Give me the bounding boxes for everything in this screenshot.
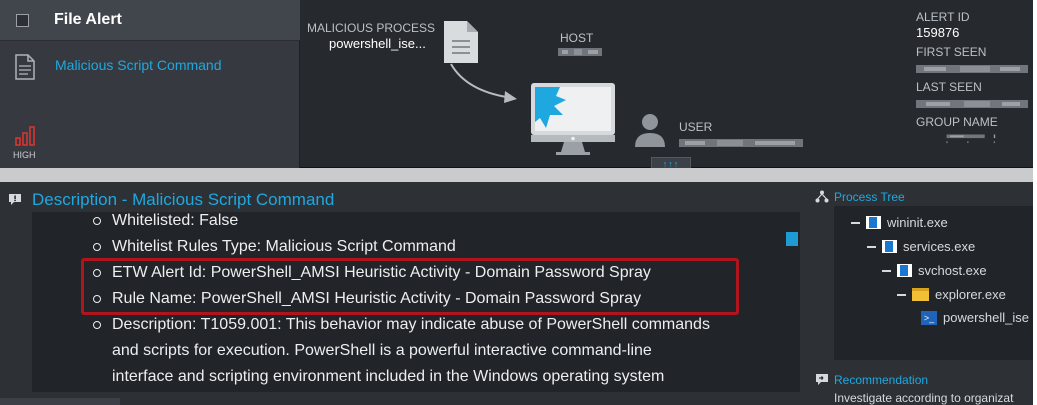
tree-node-explorer[interactable]: explorer.exe <box>897 287 1006 302</box>
bullet-icon <box>93 217 101 225</box>
alert-id-value: 159876 <box>916 25 960 40</box>
tree-node-powershell[interactable]: >_ powershell_ise <box>921 310 1029 325</box>
bullet-icon <box>93 321 101 329</box>
severity-label: HIGH <box>13 150 36 160</box>
alert-type-panel: File Alert Malicious Script Command HIGH <box>0 0 300 168</box>
alert-summary-panel: File Alert Malicious Script Command HIGH… <box>0 0 1033 171</box>
tree-node-services[interactable]: services.exe <box>867 239 975 254</box>
tree-node-wininit[interactable]: wininit.exe <box>851 215 948 230</box>
bullet-icon <box>93 243 101 251</box>
info-comment-icon <box>9 194 21 205</box>
user-value-redacted <box>679 139 803 147</box>
select-checkbox[interactable] <box>16 14 29 27</box>
alert-name-link[interactable]: Malicious Script Command <box>55 58 235 72</box>
collapse-dash-icon[interactable] <box>867 245 876 248</box>
section-divider <box>0 168 1033 182</box>
windows-app-icon <box>866 216 881 229</box>
malicious-process-label: MALICIOUS PROCESS <box>307 21 436 35</box>
recommendation-text: Investigate according to organizat <box>834 391 1014 405</box>
alert-header: File Alert <box>0 0 300 41</box>
severity-bars-icon <box>15 126 35 146</box>
alert-type-title: File Alert <box>54 11 122 28</box>
host-value-redacted <box>558 48 602 56</box>
host-label: HOST <box>560 31 594 45</box>
description-scrollbar[interactable] <box>786 232 798 246</box>
user-label: USER <box>679 120 713 134</box>
recommendation-title: Recommendation <box>834 373 929 387</box>
list-item: Whitelisted: False <box>93 208 710 234</box>
recommendation-icon <box>816 374 828 385</box>
process-to-host-arrow-icon <box>450 63 517 103</box>
list-item-continuation: interface and scripting environment incl… <box>112 368 665 385</box>
host-computer-icon[interactable] <box>530 82 616 156</box>
list-item: Whitelist Rules Type: Malicious Script C… <box>93 234 710 260</box>
tree-node-svchost[interactable]: svchost.exe <box>882 263 987 278</box>
first-seen-label: FIRST SEEN <box>916 45 987 59</box>
group-name-redacted <box>946 134 996 144</box>
powershell-icon: >_ <box>921 310 937 325</box>
next-section-strip <box>0 398 120 405</box>
collapse-dash-icon[interactable] <box>851 221 860 224</box>
malicious-process-value[interactable]: powershell_ise... <box>329 36 426 51</box>
process-tree-title: Process Tree <box>834 190 905 204</box>
highlight-box <box>81 258 739 315</box>
process-tree-icon <box>815 190 829 203</box>
group-name-label: GROUP NAME <box>916 115 998 129</box>
page-edge <box>1033 0 1037 405</box>
windows-app-icon <box>897 264 912 277</box>
process-file-icon[interactable] <box>443 20 479 64</box>
collapse-dash-icon[interactable] <box>882 269 891 272</box>
alert-id-label: ALERT ID <box>916 10 970 24</box>
collapse-dash-icon[interactable] <box>897 293 906 296</box>
document-icon <box>15 54 35 80</box>
last-seen-label: LAST SEEN <box>916 80 982 94</box>
process-tree: wininit.exe services.exe svchost.exe exp… <box>834 206 1033 360</box>
description-title: Description - Malicious Script Command <box>32 190 335 209</box>
alert-metadata: ALERT ID 159876 FIRST SEEN LAST SEEN GRO… <box>916 10 1033 150</box>
windows-app-icon <box>882 240 897 253</box>
list-item: Description: T1059.001: This behavior ma… <box>93 312 710 338</box>
user-icon <box>635 114 665 147</box>
first-seen-redacted <box>916 65 1028 73</box>
folder-icon <box>912 288 929 301</box>
list-item-continuation: and scripts for execution. PowerShell is… <box>112 342 652 359</box>
last-seen-redacted <box>916 100 1028 108</box>
